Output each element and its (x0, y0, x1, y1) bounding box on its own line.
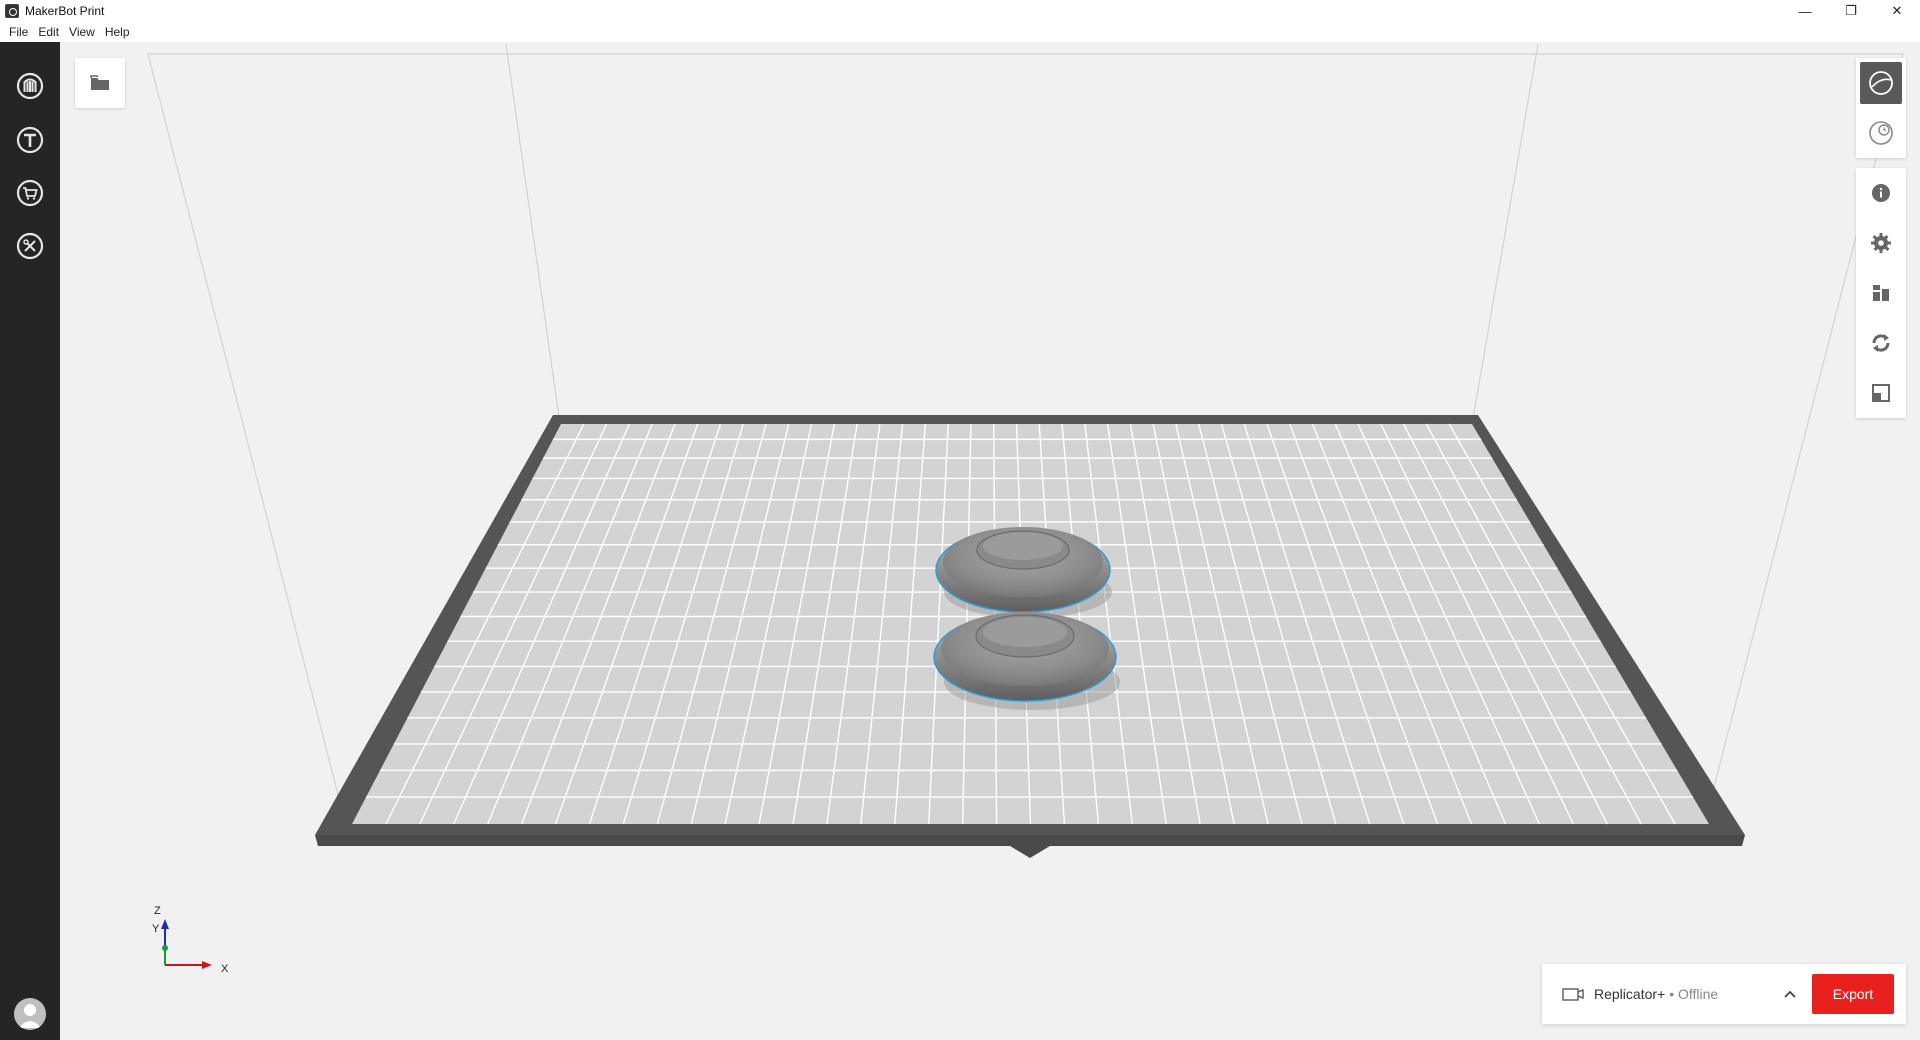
printer-panel-expand-button[interactable] (1780, 984, 1800, 1004)
build-plate-edge (315, 835, 1745, 846)
menu-bar: File Edit View Help (0, 22, 1920, 42)
axis-y-label: Y (152, 923, 160, 935)
user-avatar-icon[interactable] (14, 998, 46, 1030)
3d-viewport[interactable]: Z Y X (60, 42, 1920, 1040)
axis-indicator: Z Y X (140, 905, 240, 995)
minimize-button[interactable]: — (1782, 0, 1828, 22)
store-icon[interactable] (14, 177, 46, 209)
makerbot-logo-icon[interactable] (14, 70, 46, 102)
scale-button[interactable] (1856, 368, 1906, 418)
rotate-button[interactable] (1856, 318, 1906, 368)
folder-icon (90, 75, 109, 90)
prepare-view-icon (1869, 71, 1893, 95)
thingiverse-icon[interactable] (14, 124, 46, 156)
info-button[interactable] (1856, 168, 1906, 218)
view-mode-toolbar (1856, 58, 1906, 158)
rotate-icon (1872, 334, 1890, 352)
restore-button[interactable]: ❐ (1828, 0, 1874, 22)
printer-icon (1562, 988, 1584, 1001)
axis-x-label: X (221, 963, 229, 975)
window-title: MakerBot Print (25, 4, 105, 18)
menu-help[interactable]: Help (100, 25, 135, 39)
printer-panel: Replicator+ • Offline Export (1542, 964, 1906, 1024)
menu-view[interactable]: View (64, 25, 100, 39)
chevron-up-icon (1784, 990, 1796, 998)
model-disc-1[interactable] (935, 527, 1112, 618)
scale-icon (1872, 384, 1890, 402)
arrange-button[interactable] (1856, 268, 1906, 318)
object-tools-toolbar (1856, 168, 1906, 418)
preview-clock-icon (1869, 121, 1893, 145)
printer-status: • Offline (1669, 986, 1719, 1002)
window-controls: — ❐ ✕ (1782, 0, 1920, 22)
title-bar: MakerBot Print — ❐ ✕ (0, 0, 1920, 22)
axis-gizmo (161, 919, 212, 969)
close-button[interactable]: ✕ (1874, 0, 1920, 22)
export-button[interactable]: Export (1812, 974, 1894, 1014)
plate-front-marker (1010, 846, 1050, 858)
settings-gear-icon (1871, 233, 1891, 253)
settings-button[interactable] (1856, 218, 1906, 268)
tools-icon[interactable] (14, 230, 46, 262)
open-file-button[interactable] (75, 58, 125, 108)
menu-file[interactable]: File (4, 25, 33, 39)
info-icon (1872, 184, 1890, 202)
menu-edit[interactable]: Edit (33, 25, 64, 39)
model-disc-2[interactable] (933, 612, 1120, 710)
preview-button[interactable] (1856, 108, 1906, 158)
build-volume-scene[interactable] (60, 42, 1920, 1040)
arrange-icon (1873, 285, 1889, 301)
left-nav (0, 42, 60, 1040)
axis-z-label: Z (154, 905, 161, 917)
printer-name[interactable]: Replicator+ (1594, 986, 1665, 1002)
prepare-view-button[interactable] (1856, 58, 1906, 108)
app-logo-icon (5, 4, 19, 18)
